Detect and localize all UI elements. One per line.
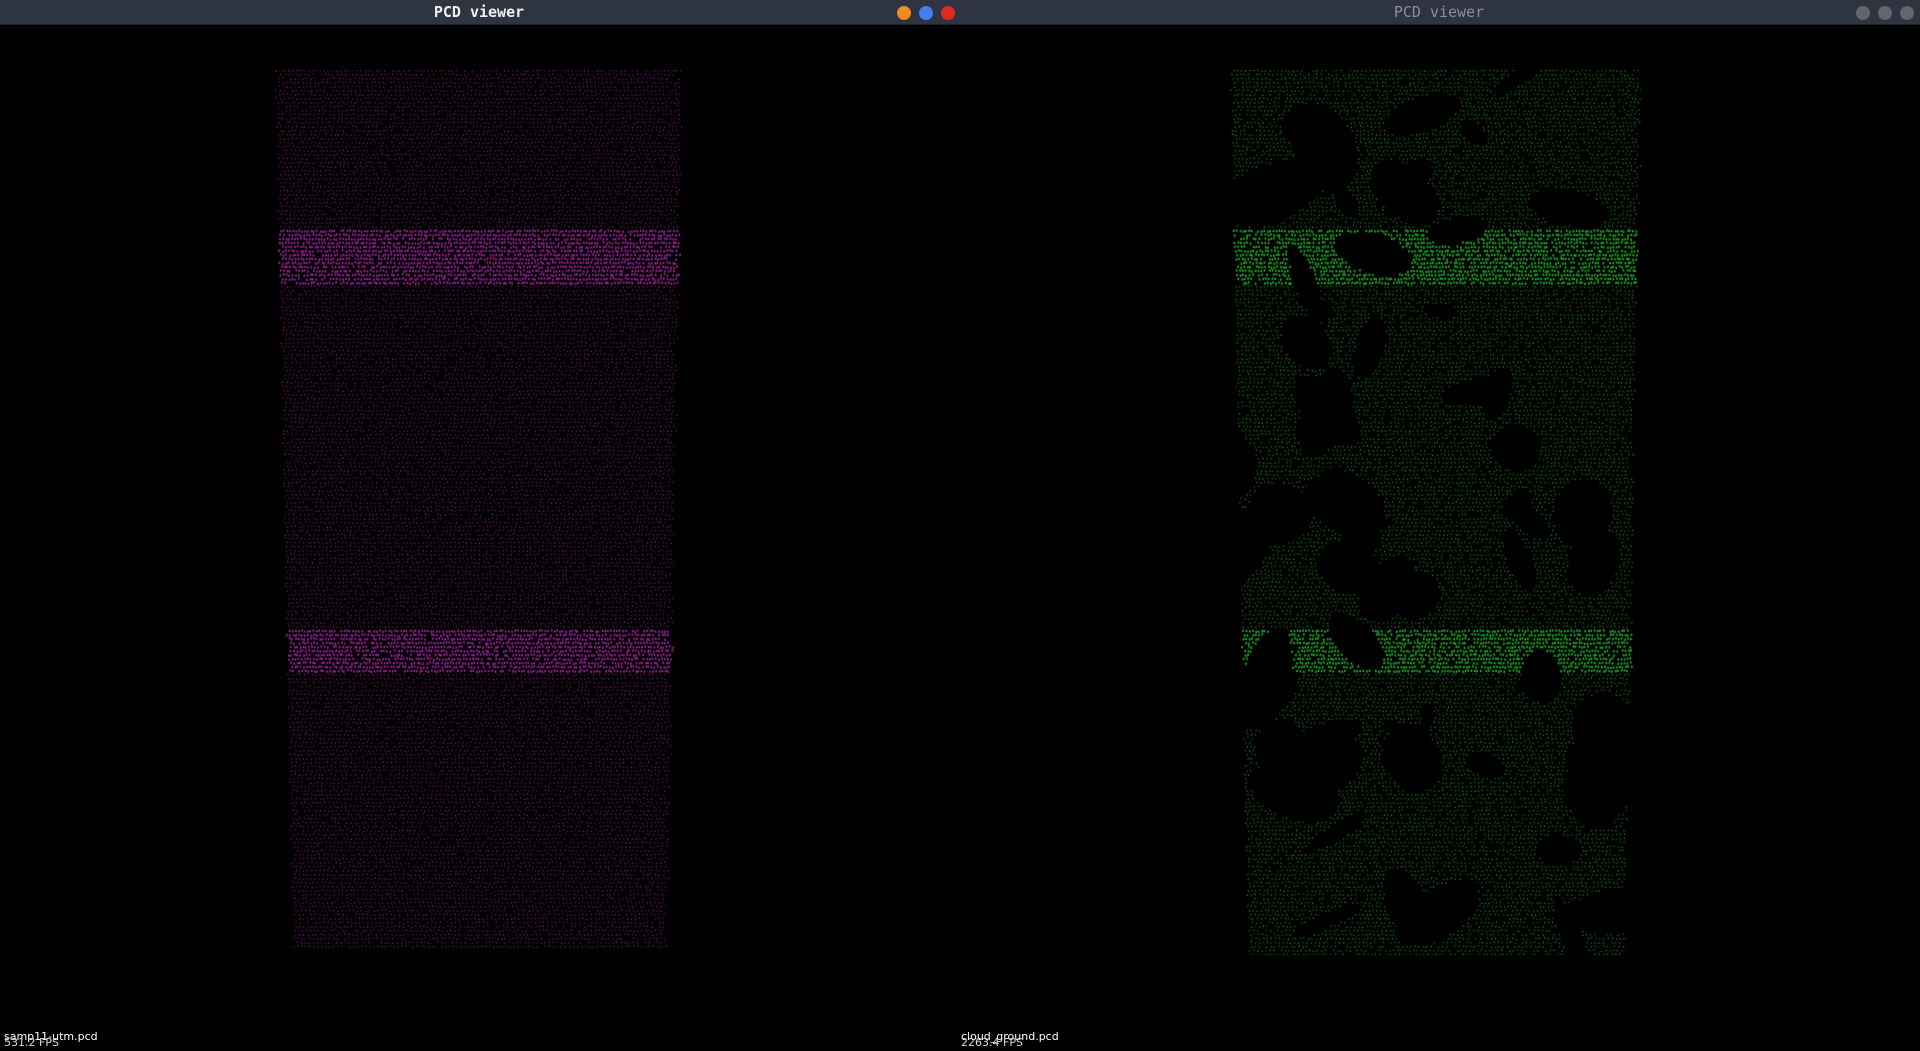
point-cloud-render — [1230, 70, 1642, 955]
maximize-icon[interactable] — [1878, 6, 1892, 20]
minimize-icon[interactable] — [1856, 6, 1870, 20]
window-title: PCD viewer — [1393, 3, 1485, 21]
window-title: PCD viewer — [433, 3, 525, 21]
pcd-viewer-window-right: PCD viewer cloud_ground.pcd 2263.4 FPS — [958, 0, 1920, 1051]
3d-viewport[interactable] — [0, 25, 958, 1051]
title-bar[interactable]: PCD viewer — [0, 0, 958, 25]
title-bar[interactable]: PCD viewer — [958, 0, 1920, 25]
pcd-viewer-window-left: PCD viewer samp11-utm.pcd 531.2 FPS — [0, 0, 958, 1051]
3d-viewport[interactable] — [958, 25, 1920, 1051]
close-icon[interactable] — [941, 6, 955, 20]
close-icon[interactable] — [1900, 6, 1914, 20]
minimize-icon[interactable] — [897, 6, 911, 20]
fps-counter: 2263.4 FPS — [961, 1036, 1023, 1049]
fps-counter: 531.2 FPS — [4, 1036, 59, 1049]
point-cloud-render — [275, 70, 683, 950]
maximize-icon[interactable] — [919, 6, 933, 20]
